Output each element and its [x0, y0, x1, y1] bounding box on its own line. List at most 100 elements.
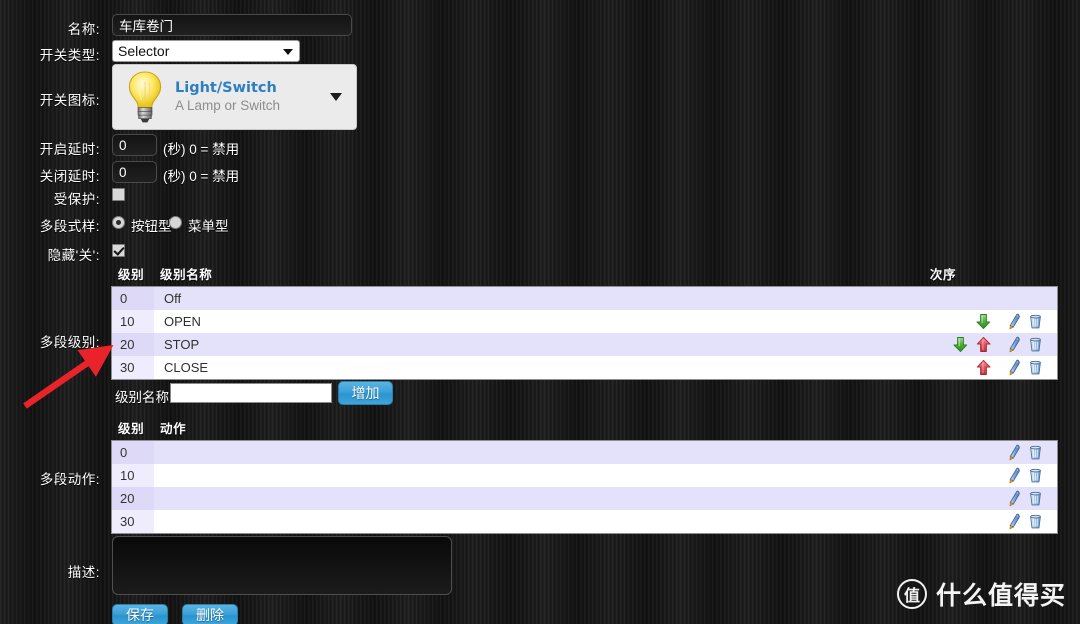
- name-input[interactable]: [112, 14, 352, 36]
- actions-table-row[interactable]: 0: [112, 441, 1057, 464]
- off-delay-input[interactable]: [112, 161, 157, 183]
- on-delay-input[interactable]: [112, 134, 157, 156]
- off-delay-suffix: (秒) 0 = 禁用: [163, 169, 240, 184]
- switch-icon-label: 开关图标:: [39, 93, 100, 108]
- levels-header-order: 次序: [929, 268, 957, 282]
- radio-menu-style[interactable]: [169, 216, 182, 229]
- row-actions: [1001, 464, 1057, 487]
- action-level-value: 0: [112, 441, 154, 464]
- actions-header-level: 级别: [118, 422, 145, 436]
- level-name: OPEN: [154, 310, 883, 333]
- radio-button-style-label: 按钮型: [131, 219, 172, 234]
- switch-icon-title: Light/Switch: [175, 80, 277, 96]
- order-cell: [883, 310, 1001, 333]
- levels-header-name: 级别名称: [160, 268, 213, 282]
- edit-pencil-icon[interactable]: [1007, 336, 1024, 354]
- delete-trash-icon[interactable]: [1028, 490, 1045, 508]
- move-down-icon[interactable]: [975, 313, 992, 330]
- levels-header-level: 级别: [118, 268, 145, 282]
- name-label: 名称:: [67, 22, 100, 37]
- row-actions: [1001, 287, 1057, 310]
- delete-button[interactable]: 删除: [182, 604, 238, 624]
- actions-table-body: 0 10 20 30: [112, 441, 1057, 533]
- add-level-input[interactable]: [170, 383, 332, 403]
- protected-checkbox[interactable]: [112, 188, 125, 201]
- level-name: Off: [154, 287, 883, 310]
- delete-trash-icon[interactable]: [1028, 336, 1045, 354]
- levels-grid: 0 Off 10 OPEN 20 STOP 30 CLOSE: [111, 286, 1058, 380]
- edit-pencil-icon[interactable]: [1007, 467, 1024, 485]
- radio-button-style[interactable]: [112, 216, 125, 229]
- levels-table-head: 级别 级别名称 次序: [111, 264, 1058, 286]
- radio-menu-style-label: 菜单型: [188, 219, 229, 234]
- delete-trash-icon[interactable]: [1028, 444, 1045, 462]
- watermark-badge: 值: [896, 579, 927, 609]
- description-label: 描述:: [67, 565, 100, 580]
- switch-type-label: 开关类型:: [39, 48, 100, 63]
- delete-trash-icon[interactable]: [1028, 513, 1045, 531]
- actions-label: 多段动作:: [39, 472, 100, 487]
- actions-table-row[interactable]: 20: [112, 487, 1057, 510]
- actions-table-head: 级别 动作: [111, 418, 1058, 440]
- row-actions: [1001, 441, 1057, 464]
- switch-type-select[interactable]: [112, 40, 300, 62]
- description-textarea[interactable]: [112, 536, 452, 595]
- move-up-icon[interactable]: [975, 336, 992, 353]
- switch-type-select-wrap[interactable]: [112, 40, 300, 62]
- action-value: [154, 441, 1001, 464]
- actions-table-row[interactable]: 30: [112, 510, 1057, 533]
- levels-table-row[interactable]: 10 OPEN: [112, 310, 1057, 333]
- watermark-text: 什么值得买: [935, 581, 1066, 610]
- selector-style-label: 多段式样:: [39, 219, 100, 234]
- delete-trash-icon[interactable]: [1028, 359, 1045, 377]
- actions-grid: 0 10 20 30: [111, 440, 1058, 534]
- order-cell: [883, 356, 1001, 379]
- action-value: [154, 487, 1001, 510]
- switch-icon-chooser[interactable]: Light/Switch A Lamp or Switch: [112, 64, 357, 130]
- edit-pencil-icon[interactable]: [1007, 490, 1024, 508]
- level-value: 0: [112, 287, 154, 310]
- edit-pencil-icon[interactable]: [1007, 359, 1024, 377]
- off-delay-label: 关闭延时:: [39, 169, 100, 184]
- switch-icon-subtitle: A Lamp or Switch: [175, 98, 281, 114]
- order-cell: [883, 287, 1001, 310]
- lightbulb-icon: [123, 69, 167, 125]
- levels-table-row[interactable]: 30 CLOSE: [112, 356, 1057, 379]
- row-actions: [1001, 333, 1057, 356]
- action-value: [154, 464, 1001, 487]
- row-actions: [1001, 510, 1057, 533]
- add-level-button[interactable]: 增加: [338, 381, 393, 405]
- move-down-icon[interactable]: [952, 336, 969, 353]
- row-actions: [1001, 310, 1057, 333]
- delete-trash-icon[interactable]: [1028, 313, 1045, 331]
- hide-off-checkbox[interactable]: [112, 244, 125, 257]
- levels-table-body: 0 Off 10 OPEN 20 STOP 30 CLOSE: [112, 287, 1057, 379]
- move-up-icon[interactable]: [975, 359, 992, 376]
- level-name: STOP: [154, 333, 883, 356]
- level-value: 20: [112, 333, 154, 356]
- on-delay-suffix: (秒) 0 = 禁用: [163, 142, 240, 157]
- chevron-down-icon[interactable]: [330, 93, 342, 101]
- levels-table-wrap: 级别 级别名称 次序 0 Off 10 OPEN 20 STOP 30 CLOSE: [111, 264, 1058, 380]
- levels-table-row[interactable]: 0 Off: [112, 287, 1057, 310]
- action-level-value: 10: [112, 464, 154, 487]
- level-name: CLOSE: [154, 356, 883, 379]
- hide-off-label: 隐藏'关':: [47, 248, 100, 263]
- level-value: 10: [112, 310, 154, 333]
- actions-header-action: 动作: [160, 422, 187, 436]
- save-button[interactable]: 保存: [112, 604, 168, 624]
- delete-trash-icon[interactable]: [1028, 467, 1045, 485]
- add-level-label: 级别名称:: [115, 390, 173, 405]
- edit-pencil-icon[interactable]: [1007, 313, 1024, 331]
- row-actions: [1001, 487, 1057, 510]
- edit-pencil-icon[interactable]: [1007, 444, 1024, 462]
- action-level-value: 30: [112, 510, 154, 533]
- watermark: 值 什么值得买: [896, 576, 1066, 612]
- level-value: 30: [112, 356, 154, 379]
- actions-table-row[interactable]: 10: [112, 464, 1057, 487]
- levels-table-row[interactable]: 20 STOP: [112, 333, 1057, 356]
- action-level-value: 20: [112, 487, 154, 510]
- row-actions: [1001, 356, 1057, 379]
- edit-pencil-icon[interactable]: [1007, 513, 1024, 531]
- on-delay-label: 开启延时:: [39, 142, 100, 157]
